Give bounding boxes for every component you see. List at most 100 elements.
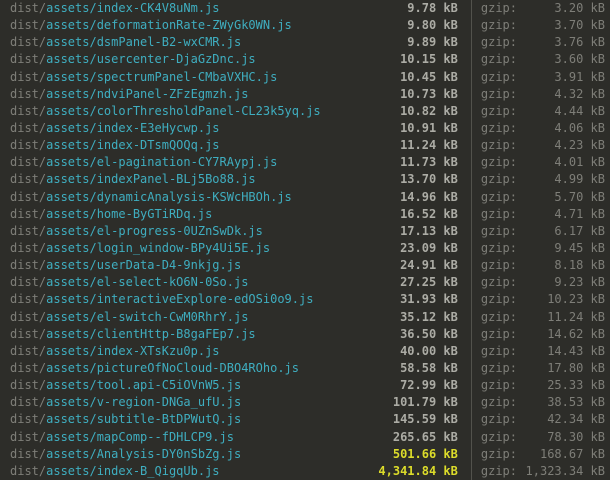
file-path: dist/assets/tool.api-C5iOVnW5.js: [10, 377, 241, 394]
dist-dir-prefix: dist/: [10, 52, 46, 66]
gzip-label: gzip:: [481, 34, 517, 51]
file-size: 10.82 kB: [400, 103, 458, 120]
asset-file-name: assets/index-E3eHycwp.js: [46, 121, 219, 135]
gzip-size: 38.53 kB: [517, 394, 605, 411]
asset-file-name: assets/spectrumPanel-CMbaVXHC.js: [46, 70, 277, 84]
gzip-size: 4.71 kB: [517, 206, 605, 223]
dist-dir-prefix: dist/: [10, 155, 46, 169]
asset-file-name: assets/dynamicAnalysis-KSWcHBOh.js: [46, 190, 292, 204]
build-output-row: dist/assets/Analysis-DY0nSbZg.js 501.66 …: [10, 446, 605, 463]
build-output-row: dist/assets/spectrumPanel-CMbaVXHC.js 10…: [10, 69, 605, 86]
asset-file-name: assets/deformationRate-ZWyGk0WN.js: [46, 18, 292, 32]
build-output-row: dist/assets/index-CK4V8uNm.js 9.78 kB gz…: [10, 0, 605, 17]
column-separator-icon: [471, 429, 472, 446]
file-size: 10.45 kB: [400, 69, 458, 86]
gzip-label: gzip:: [481, 223, 517, 240]
gzip-size: 4.23 kB: [517, 137, 605, 154]
dist-dir-prefix: dist/: [10, 172, 46, 186]
build-output-row: dist/assets/dsmPanel-B2-wxCMR.js 9.89 kB…: [10, 34, 605, 51]
dist-dir-prefix: dist/: [10, 241, 46, 255]
build-output-row: dist/assets/colorThresholdPanel-CL23k5yq…: [10, 103, 605, 120]
column-separator-icon: [471, 206, 472, 223]
dist-dir-prefix: dist/: [10, 18, 46, 32]
gzip-size: 25.33 kB: [517, 377, 605, 394]
dist-dir-prefix: dist/: [10, 378, 46, 392]
asset-file-name: assets/userData-D4-9nkjg.js: [46, 258, 241, 272]
column-separator-icon: [471, 446, 472, 463]
column-separator-icon: [471, 257, 472, 274]
file-path: dist/assets/index-CK4V8uNm.js: [10, 0, 220, 17]
column-separator-icon: [471, 411, 472, 428]
gzip-label: gzip:: [481, 309, 517, 326]
gzip-size: 3.76 kB: [517, 34, 605, 51]
file-path: dist/assets/indexPanel-BLj5Bo88.js: [10, 171, 256, 188]
file-size: 501.66 kB: [393, 446, 458, 463]
gzip-label: gzip:: [481, 326, 517, 343]
column-separator-icon: [471, 189, 472, 206]
column-separator-icon: [471, 69, 472, 86]
gzip-label: gzip:: [481, 394, 517, 411]
build-output-row: dist/assets/home-ByGTiRDq.js 16.52 kB gz…: [10, 206, 605, 223]
column-separator-icon: [471, 137, 472, 154]
gzip-label: gzip:: [481, 377, 517, 394]
gzip-label: gzip:: [481, 103, 517, 120]
column-separator-icon: [471, 343, 472, 360]
file-size: 10.15 kB: [400, 51, 458, 68]
dist-dir-prefix: dist/: [10, 190, 46, 204]
file-path: dist/assets/ndviPanel-ZFzEgmzh.js: [10, 86, 248, 103]
asset-file-name: assets/mapComp--fDHLCP9.js: [46, 430, 234, 444]
asset-file-name: assets/pictureOfNoCloud-DBO4ROho.js: [46, 361, 299, 375]
column-separator-icon: [471, 17, 472, 34]
file-path: dist/assets/subtitle-BtDPWutQ.js: [10, 411, 241, 428]
file-size: 16.52 kB: [400, 206, 458, 223]
dist-dir-prefix: dist/: [10, 395, 46, 409]
gzip-size: 168.67 kB: [517, 446, 605, 463]
gzip-label: gzip:: [481, 411, 517, 428]
asset-file-name: assets/el-progress-0UZnSwDk.js: [46, 224, 263, 238]
gzip-label: gzip:: [481, 86, 517, 103]
file-path: dist/assets/spectrumPanel-CMbaVXHC.js: [10, 69, 277, 86]
file-path: dist/assets/mapComp--fDHLCP9.js: [10, 429, 234, 446]
file-size: 35.12 kB: [400, 309, 458, 326]
asset-file-name: assets/ndviPanel-ZFzEgmzh.js: [46, 87, 248, 101]
dist-dir-prefix: dist/: [10, 1, 46, 15]
file-size: 13.70 kB: [400, 171, 458, 188]
gzip-label: gzip:: [481, 206, 517, 223]
gzip-label: gzip:: [481, 446, 517, 463]
file-path: dist/assets/index-E3eHycwp.js: [10, 120, 220, 137]
gzip-size: 9.45 kB: [517, 240, 605, 257]
build-output-row: dist/assets/indexPanel-BLj5Bo88.js 13.70…: [10, 171, 605, 188]
column-separator-icon: [471, 0, 472, 17]
asset-file-name: assets/index-DTsmQOQq.js: [46, 138, 219, 152]
file-path: dist/assets/userData-D4-9nkjg.js: [10, 257, 241, 274]
dist-dir-prefix: dist/: [10, 310, 46, 324]
build-output-row: dist/assets/index-E3eHycwp.js 10.91 kB g…: [10, 120, 605, 137]
dist-dir-prefix: dist/: [10, 344, 46, 358]
gzip-size: 4.99 kB: [517, 171, 605, 188]
column-separator-icon: [471, 326, 472, 343]
dist-dir-prefix: dist/: [10, 224, 46, 238]
file-path: dist/assets/el-switch-CwM0RhrY.js: [10, 309, 248, 326]
gzip-label: gzip:: [481, 343, 517, 360]
gzip-size: 9.23 kB: [517, 274, 605, 291]
gzip-label: gzip:: [481, 171, 517, 188]
asset-file-name: assets/dsmPanel-B2-wxCMR.js: [46, 35, 241, 49]
dist-dir-prefix: dist/: [10, 275, 46, 289]
file-size: 11.73 kB: [400, 154, 458, 171]
dist-dir-prefix: dist/: [10, 87, 46, 101]
file-size: 145.59 kB: [393, 411, 458, 428]
gzip-label: gzip:: [481, 17, 517, 34]
file-path: dist/assets/clientHttp-B8gaFEp7.js: [10, 326, 256, 343]
build-output-row: dist/assets/index-XTsKzu0p.js 40.00 kB g…: [10, 343, 605, 360]
build-output-row: dist/assets/usercenter-DjaGzDnc.js 10.15…: [10, 51, 605, 68]
build-output-row: dist/assets/dynamicAnalysis-KSWcHBOh.js …: [10, 189, 605, 206]
asset-file-name: assets/el-switch-CwM0RhrY.js: [46, 310, 248, 324]
build-output-row: dist/assets/userData-D4-9nkjg.js 24.91 k…: [10, 257, 605, 274]
gzip-size: 3.20 kB: [517, 0, 605, 17]
gzip-label: gzip:: [481, 51, 517, 68]
gzip-size: 11.24 kB: [517, 309, 605, 326]
column-separator-icon: [471, 360, 472, 377]
asset-file-name: assets/indexPanel-BLj5Bo88.js: [46, 172, 256, 186]
file-size: 58.58 kB: [400, 360, 458, 377]
build-output-row: dist/assets/tool.api-C5iOVnW5.js 72.99 k…: [10, 377, 605, 394]
